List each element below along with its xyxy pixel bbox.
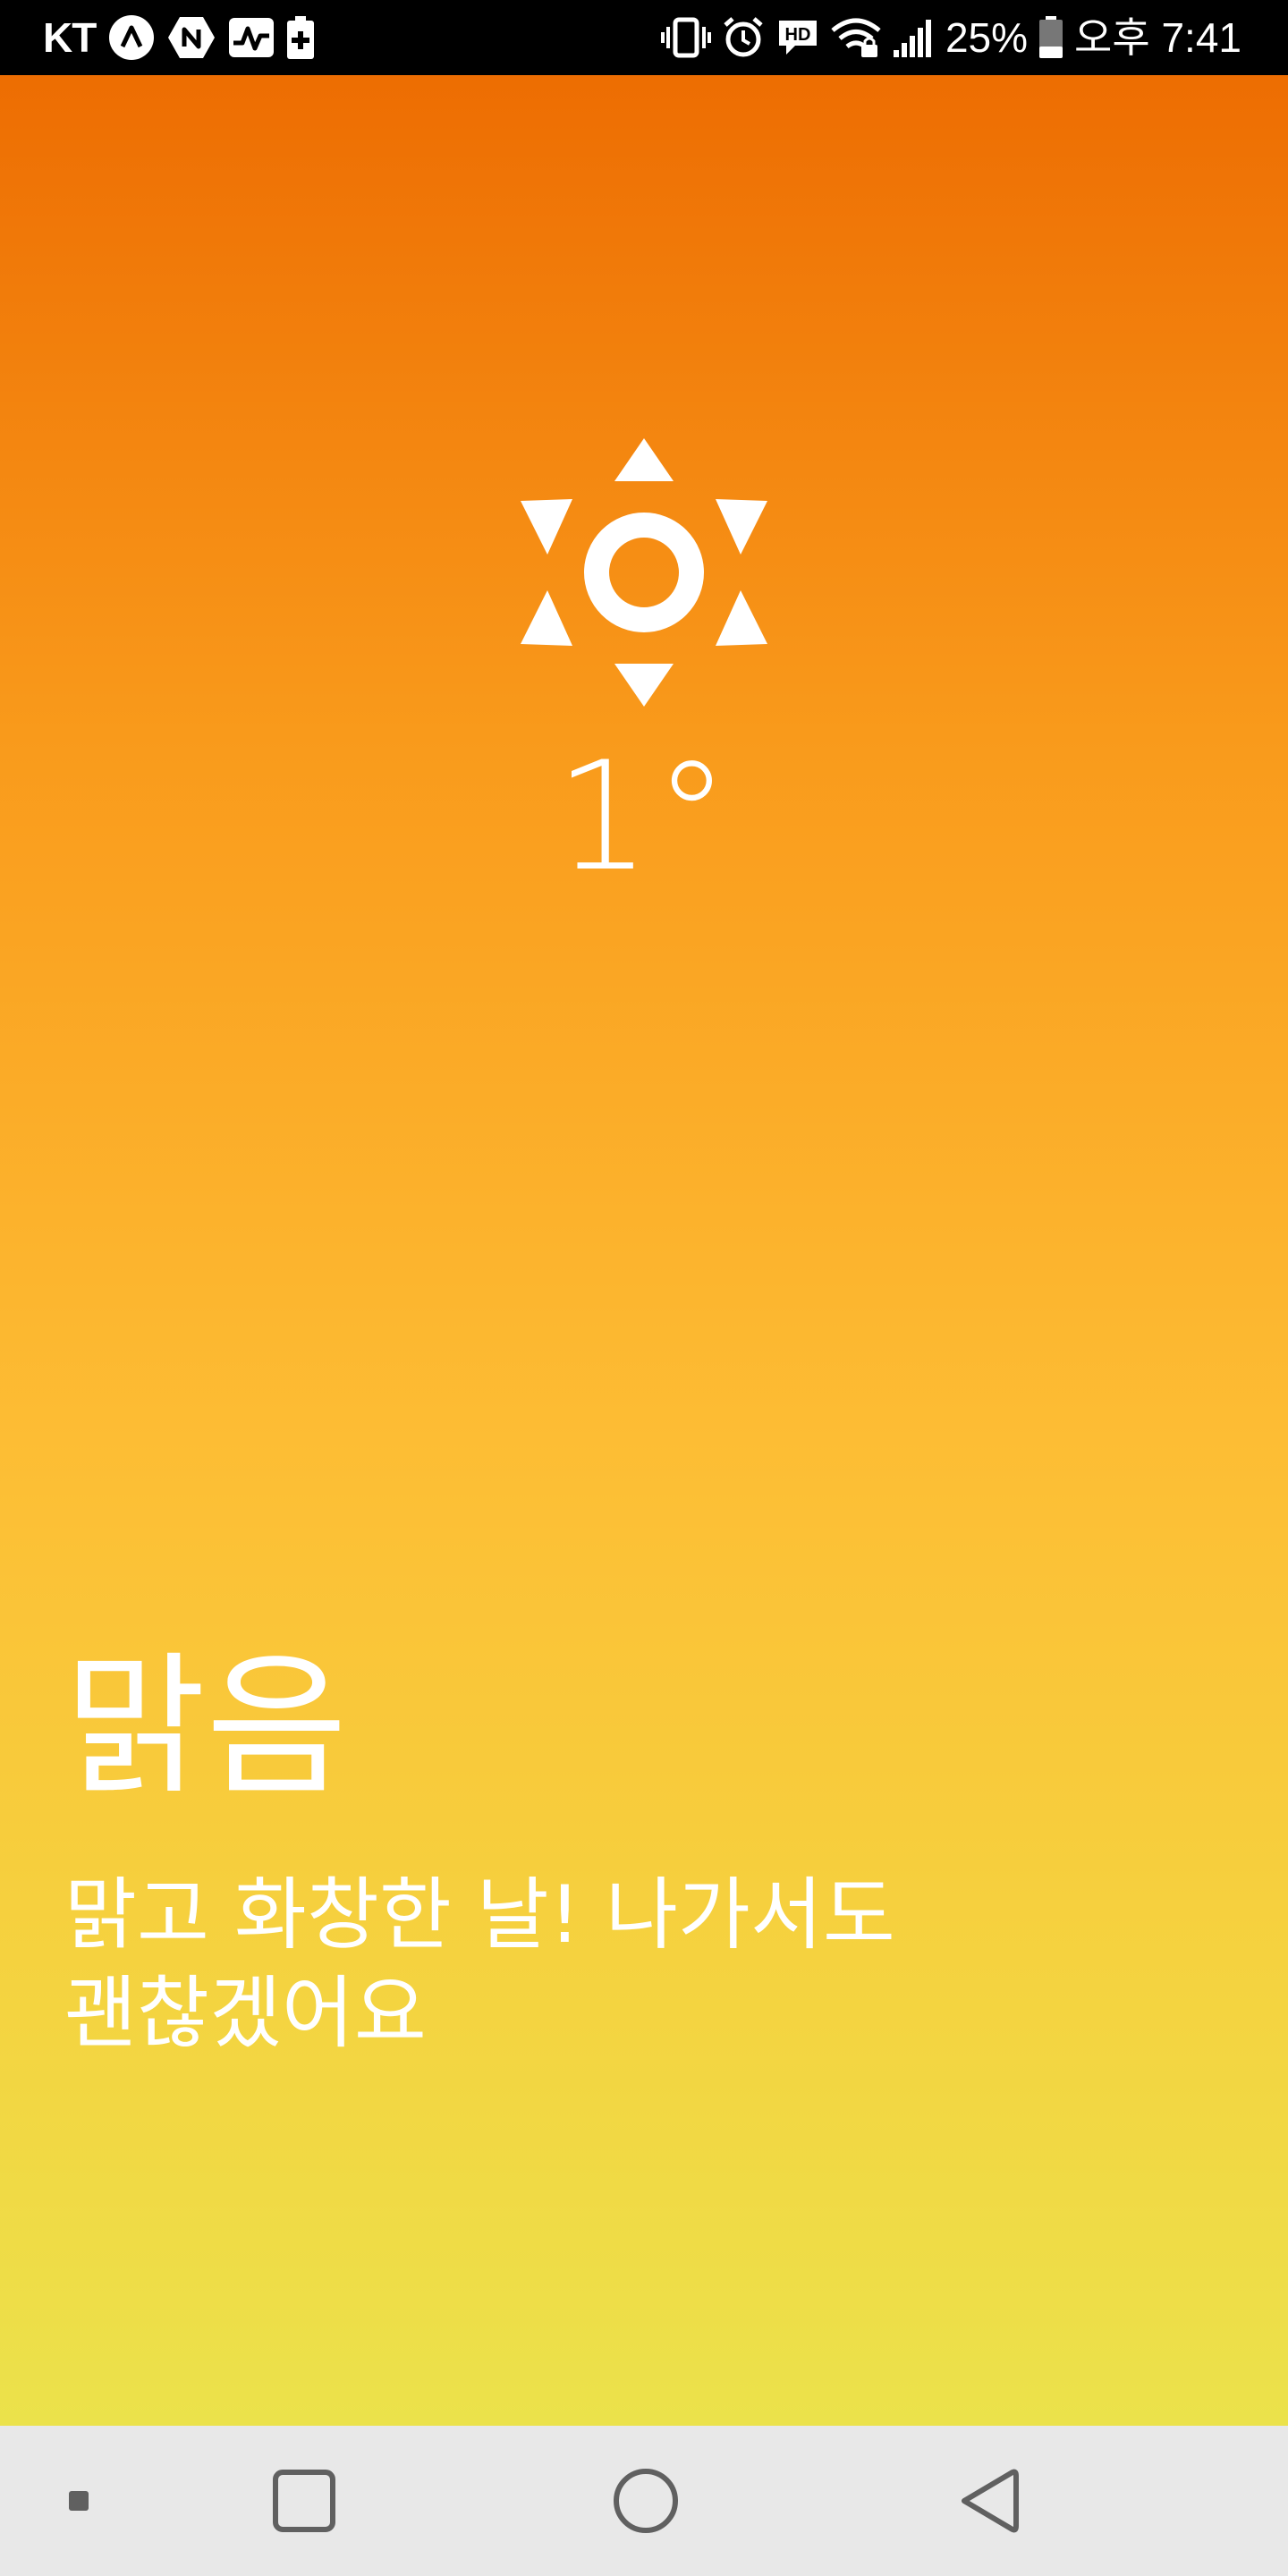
weather-description: 맑고 화창한 날! 나가서도 괜찮겠어요: [64, 1868, 895, 2059]
lambda-icon: [108, 14, 155, 61]
home-button[interactable]: [601, 2465, 691, 2537]
battery-icon: [1038, 16, 1063, 59]
carrier-label: KT: [43, 14, 97, 61]
weather-panel: 1° 맑음 맑고 화창한 날! 나가서도 괜찮겠어요: [0, 75, 1288, 2426]
recents-icon: [273, 2470, 335, 2532]
back-icon: [962, 2469, 1019, 2533]
n-icon: [167, 14, 216, 61]
svg-text:HD: HD: [785, 25, 811, 45]
battery-plus-icon: [287, 16, 315, 59]
navigation-bar: [0, 2426, 1288, 2576]
battery-percent: 25%: [945, 14, 1029, 61]
clock: 오후 7:41: [1074, 14, 1241, 61]
sun-icon: [521, 438, 767, 707]
dot-button[interactable]: [50, 2479, 107, 2522]
temperature: 1°: [555, 729, 733, 904]
wifi-icon: [831, 16, 881, 59]
status-bar: KT HD 25% 오후 7:41: [0, 0, 1288, 75]
vibrate-icon: [660, 16, 711, 59]
pulse-icon: [228, 16, 275, 59]
home-icon: [614, 2469, 678, 2533]
back-button[interactable]: [945, 2465, 1034, 2537]
hd-icon: HD: [775, 17, 820, 58]
weather-condition: 맑음: [64, 1637, 348, 1817]
status-left: KT: [43, 0, 315, 75]
recents-button[interactable]: [259, 2465, 349, 2537]
dot-icon: [69, 2491, 89, 2511]
signal-icon: [892, 16, 935, 59]
alarm-icon: [722, 16, 765, 59]
status-right: HD 25% 오후 7:41: [660, 0, 1241, 75]
